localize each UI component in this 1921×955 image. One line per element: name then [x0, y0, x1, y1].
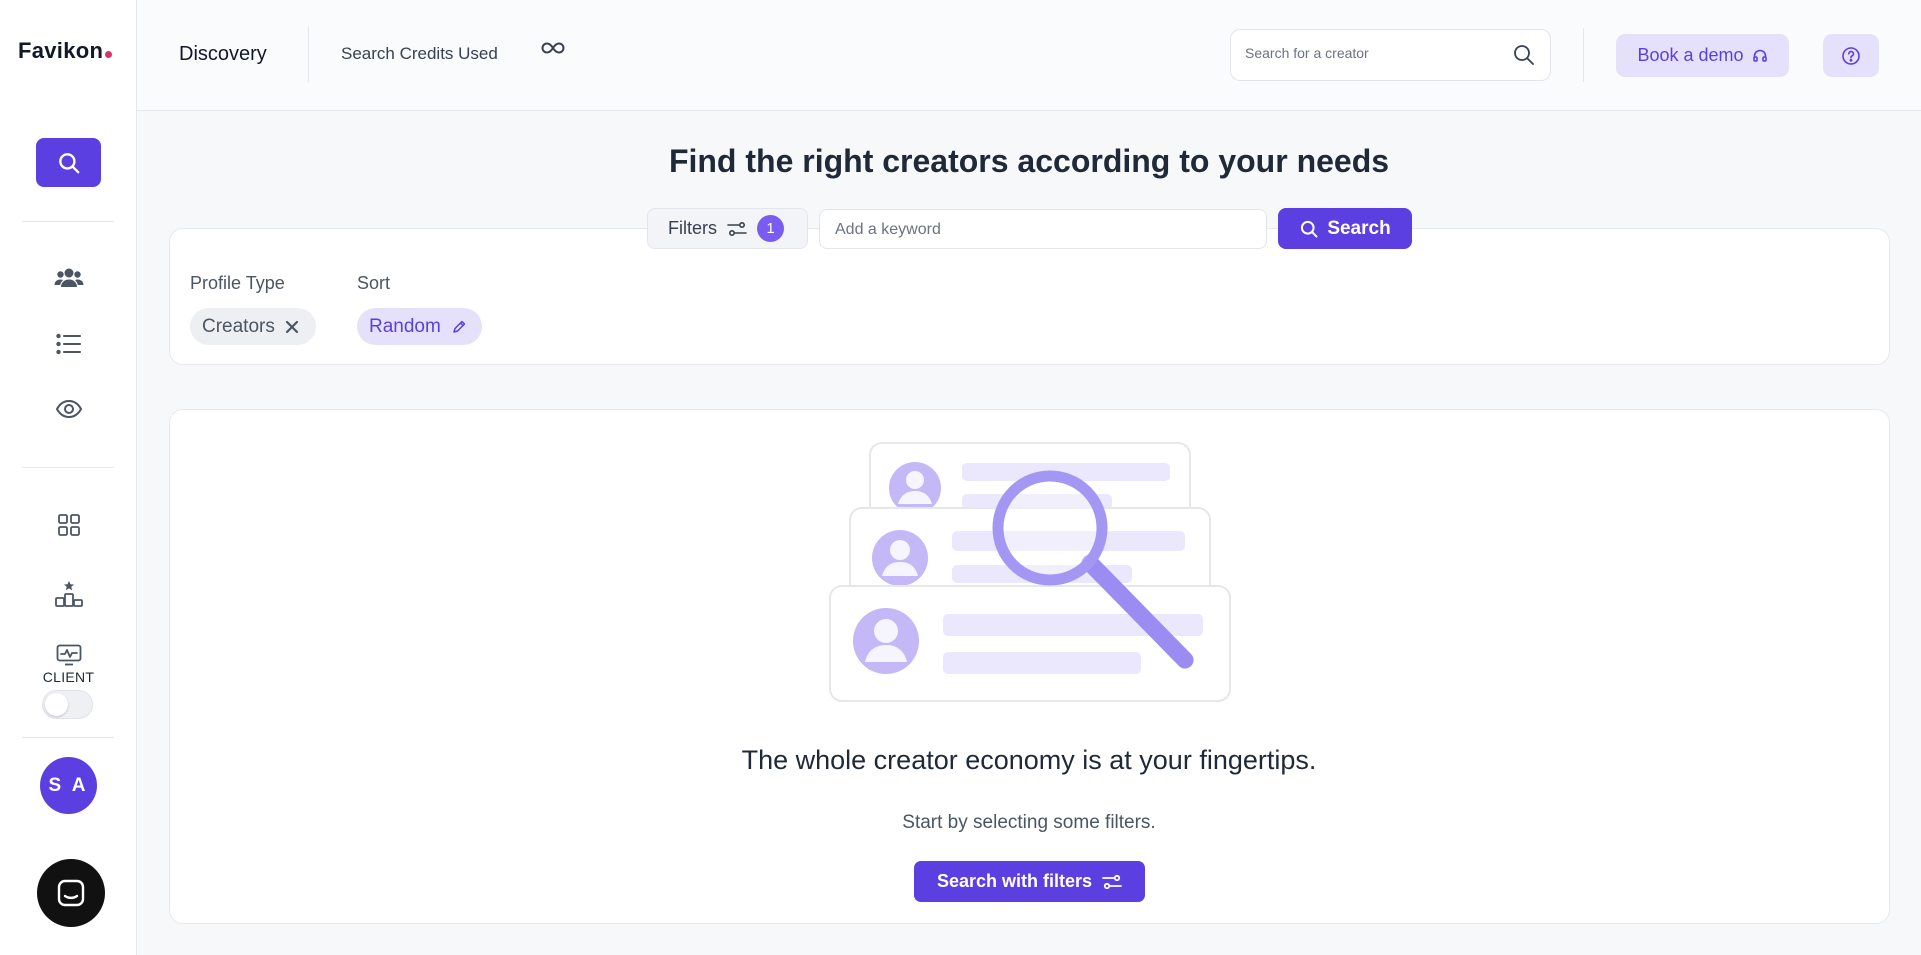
search-with-filters-button[interactable]: Search with filters — [914, 861, 1145, 902]
monitor-icon — [56, 644, 82, 666]
sidebar-divider — [22, 221, 114, 222]
client-label: CLIENT — [42, 669, 95, 685]
grid-icon — [58, 514, 80, 536]
sliders-icon — [727, 221, 747, 236]
sidebar: Favikon CLIENT S A — [0, 0, 137, 955]
page-headline: Find the right creators according to you… — [668, 143, 1390, 179]
list-icon — [56, 333, 81, 355]
sidebar-item-lists[interactable] — [49, 324, 89, 364]
close-icon[interactable] — [285, 320, 299, 334]
search-icon[interactable] — [1512, 43, 1536, 67]
avatar[interactable]: S A — [40, 757, 97, 814]
filters-button[interactable]: Filters 1 — [647, 208, 808, 249]
keyword-field — [819, 209, 1267, 249]
search-with-filters-label: Search with filters — [936, 871, 1093, 891]
sort-value: Random — [369, 315, 441, 337]
pencil-icon — [453, 320, 466, 333]
creator-search — [1230, 29, 1551, 81]
help-button[interactable] — [1823, 34, 1879, 77]
sidebar-item-rankings[interactable] — [49, 574, 89, 614]
topbar: Discovery Search Credits Used Book a dem… — [137, 0, 1921, 111]
ranking-icon — [55, 581, 83, 607]
infinity-icon — [541, 41, 565, 60]
logo-text: Favikon — [18, 38, 104, 63]
creator-search-input[interactable] — [1245, 45, 1505, 61]
sidebar-item-monitoring[interactable] — [49, 389, 89, 429]
users-icon — [54, 268, 84, 287]
logo-dot — [105, 51, 113, 58]
profile-type-value: Creators — [202, 315, 275, 337]
client-toggle[interactable] — [42, 690, 93, 719]
book-demo-label: Book a demo — [1637, 45, 1744, 65]
sidebar-item-discovery[interactable] — [36, 138, 101, 187]
search-button-label: Search — [1327, 217, 1391, 239]
logo[interactable]: Favikon — [18, 38, 113, 64]
empty-state-title: The whole creator economy is at your fin… — [741, 745, 1317, 775]
sort-chip[interactable]: Random — [357, 308, 482, 345]
chat-launcher-button[interactable] — [37, 859, 105, 927]
search-icon — [1301, 220, 1318, 237]
empty-state-illustration — [829, 442, 1231, 702]
sidebar-divider — [22, 737, 114, 738]
sidebar-divider — [22, 467, 114, 468]
help-icon — [1842, 46, 1860, 65]
filters-label: Filters — [668, 218, 717, 238]
eye-icon — [55, 399, 83, 419]
topbar-divider — [308, 26, 309, 82]
sort-label: Sort — [357, 273, 391, 293]
profile-type-label: Profile Type — [190, 273, 285, 293]
keyword-input[interactable] — [835, 221, 1255, 239]
sidebar-item-dashboard[interactable] — [49, 505, 89, 545]
topbar-divider — [1583, 28, 1584, 82]
sidebar-item-creators[interactable] — [49, 258, 89, 298]
toggle-knob — [45, 693, 68, 716]
page-title: Discovery — [179, 43, 267, 65]
search-icon — [58, 152, 79, 173]
book-demo-button[interactable]: Book a demo — [1616, 34, 1789, 77]
search-credits-label: Search Credits Used — [341, 44, 498, 63]
sliders-icon — [1102, 874, 1122, 889]
empty-state-subtitle: Start by selecting some filters. — [902, 812, 1156, 833]
chat-icon — [57, 879, 85, 907]
search-button[interactable]: Search — [1278, 208, 1412, 249]
headset-icon — [1752, 49, 1767, 62]
profile-type-chip[interactable]: Creators — [190, 308, 316, 345]
filters-count-badge: 1 — [757, 215, 784, 242]
